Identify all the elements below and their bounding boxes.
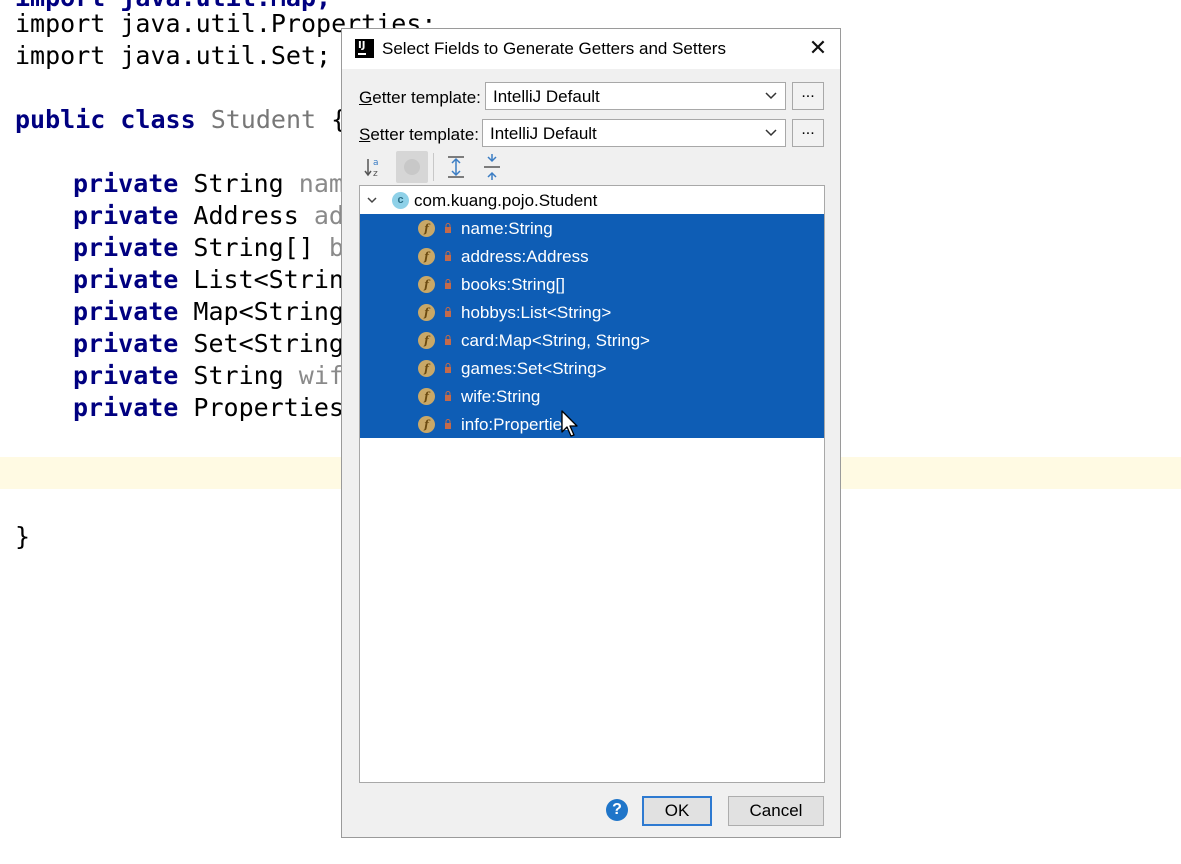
private-lock-icon [445, 307, 451, 317]
field-icon: f [418, 304, 435, 321]
code-line-field: private String name [73, 168, 359, 200]
field-type: Address [193, 201, 299, 230]
getter-mnemonic: G [359, 88, 373, 107]
tree-root-class[interactable]: c com.kuang.pojo.Student [360, 186, 824, 214]
private-lock-icon [445, 363, 451, 373]
setter-template-select[interactable]: IntelliJ Default [482, 119, 786, 147]
tree-item-label: hobbys:List<String> [461, 303, 612, 322]
cancel-button[interactable]: Cancel [728, 796, 824, 826]
keyword-public: public [15, 105, 106, 134]
chevron-down-icon[interactable] [364, 192, 380, 208]
tree-item-field[interactable]: f address:Address [360, 242, 824, 270]
code-line-closing-brace: } [15, 521, 30, 553]
field-icon: f [418, 388, 435, 405]
tree-item-label: card:Map<String, String> [461, 331, 650, 350]
app-icon-bar [358, 53, 366, 55]
ok-button[interactable]: OK [642, 796, 712, 826]
field-type: String [193, 169, 284, 198]
field-icon: f [418, 220, 435, 237]
tree-item-field[interactable]: f games:Set<String> [360, 354, 824, 382]
keyword-private: private [73, 169, 179, 198]
toolbar-separator [433, 153, 434, 181]
screen: import java.util.Map; import java.util.P… [0, 0, 1181, 864]
private-lock-icon [445, 279, 451, 289]
mouse-cursor-icon [561, 410, 578, 437]
dialog-titlebar[interactable]: IJ Select Fields to Generate Getters and… [342, 29, 840, 69]
close-brace: } [15, 522, 31, 551]
tree-item-field[interactable]: f info:Properties [360, 410, 824, 438]
field-type: Set<String> [193, 329, 359, 358]
setter-template-value: IntelliJ Default [490, 124, 597, 143]
app-icon-text: IJ [358, 40, 366, 51]
tree-item-label: wife:String [461, 387, 541, 406]
svg-text:a: a [373, 158, 379, 168]
tree-item-field[interactable]: f books:String[] [360, 270, 824, 298]
intellij-app-icon: IJ [355, 39, 374, 58]
code-line-import-set: import java.util.Set; [15, 40, 331, 72]
tree-item-field[interactable]: f card:Map<String, String> [360, 326, 824, 354]
field-icon: f [418, 276, 435, 293]
private-lock-icon [445, 419, 451, 429]
svg-text:z: z [373, 169, 378, 179]
dialog-title: Select Fields to Generate Getters and Se… [382, 39, 726, 58]
getter-template-more-button[interactable]: ... [792, 82, 824, 110]
show-inherited-icon [404, 159, 420, 175]
import-text: import java.util.Set; [15, 41, 332, 70]
keyword-class: class [120, 105, 196, 134]
getter-template-label: Getter template: [359, 88, 481, 108]
chevron-down-icon [765, 129, 777, 137]
field-icon: f [418, 360, 435, 377]
private-lock-icon [445, 251, 451, 261]
private-lock-icon [445, 223, 451, 233]
setter-mnemonic: S [359, 125, 371, 144]
field-icon: f [418, 332, 435, 349]
tree-root-label: com.kuang.pojo.Student [414, 191, 598, 210]
class-name: Student [210, 105, 317, 134]
getter-template-select[interactable]: IntelliJ Default [485, 82, 786, 110]
private-lock-icon [445, 335, 451, 345]
keyword-private: private [73, 329, 179, 358]
setter-template-label: Setter template: [359, 125, 479, 145]
field-type: Properties [193, 393, 344, 422]
help-icon[interactable]: ? [606, 799, 628, 821]
show-inherited-toggle[interactable] [396, 151, 428, 183]
tree-item-label: info:Properties [461, 415, 571, 434]
tree-item-label: games:Set<String> [461, 359, 607, 378]
field-icon: f [418, 248, 435, 265]
tree-item-field[interactable]: f hobbys:List<String> [360, 298, 824, 326]
keyword-private: private [73, 201, 179, 230]
tree-item-field[interactable]: f wife:String [360, 382, 824, 410]
sort-alphabetically-icon[interactable]: a z [360, 151, 392, 183]
tree-item-label: books:String[] [461, 275, 565, 294]
keyword-private: private [73, 265, 179, 294]
tree-item-field[interactable]: f name:String [360, 214, 824, 242]
setter-template-more-button[interactable]: ... [792, 119, 824, 147]
keyword-private: private [73, 361, 179, 390]
tree-item-label: name:String [461, 219, 553, 238]
close-button[interactable]: ✕ [804, 35, 832, 63]
chevron-down-icon [765, 92, 777, 100]
expand-all-icon[interactable] [440, 151, 472, 183]
getter-label-rest: etter template: [372, 88, 481, 107]
field-icon: f [418, 416, 435, 433]
code-line-field: private String wife [73, 360, 359, 392]
getter-template-value: IntelliJ Default [493, 87, 600, 106]
fields-tree[interactable]: c com.kuang.pojo.Student f name:String f… [359, 185, 825, 783]
collapse-all-icon[interactable] [476, 151, 508, 183]
field-type: String [193, 361, 284, 390]
keyword-private: private [73, 393, 179, 422]
generate-getters-setters-dialog: IJ Select Fields to Generate Getters and… [341, 28, 841, 838]
tree-item-label: address:Address [461, 247, 589, 266]
field-type: String[] [193, 233, 314, 262]
keyword-private: private [73, 233, 179, 262]
class-icon: c [392, 192, 409, 209]
setter-label-rest: etter template: [370, 125, 480, 144]
private-lock-icon [445, 391, 451, 401]
code-line-class-declaration: public class Student { [15, 104, 346, 136]
keyword-private: private [73, 297, 179, 326]
